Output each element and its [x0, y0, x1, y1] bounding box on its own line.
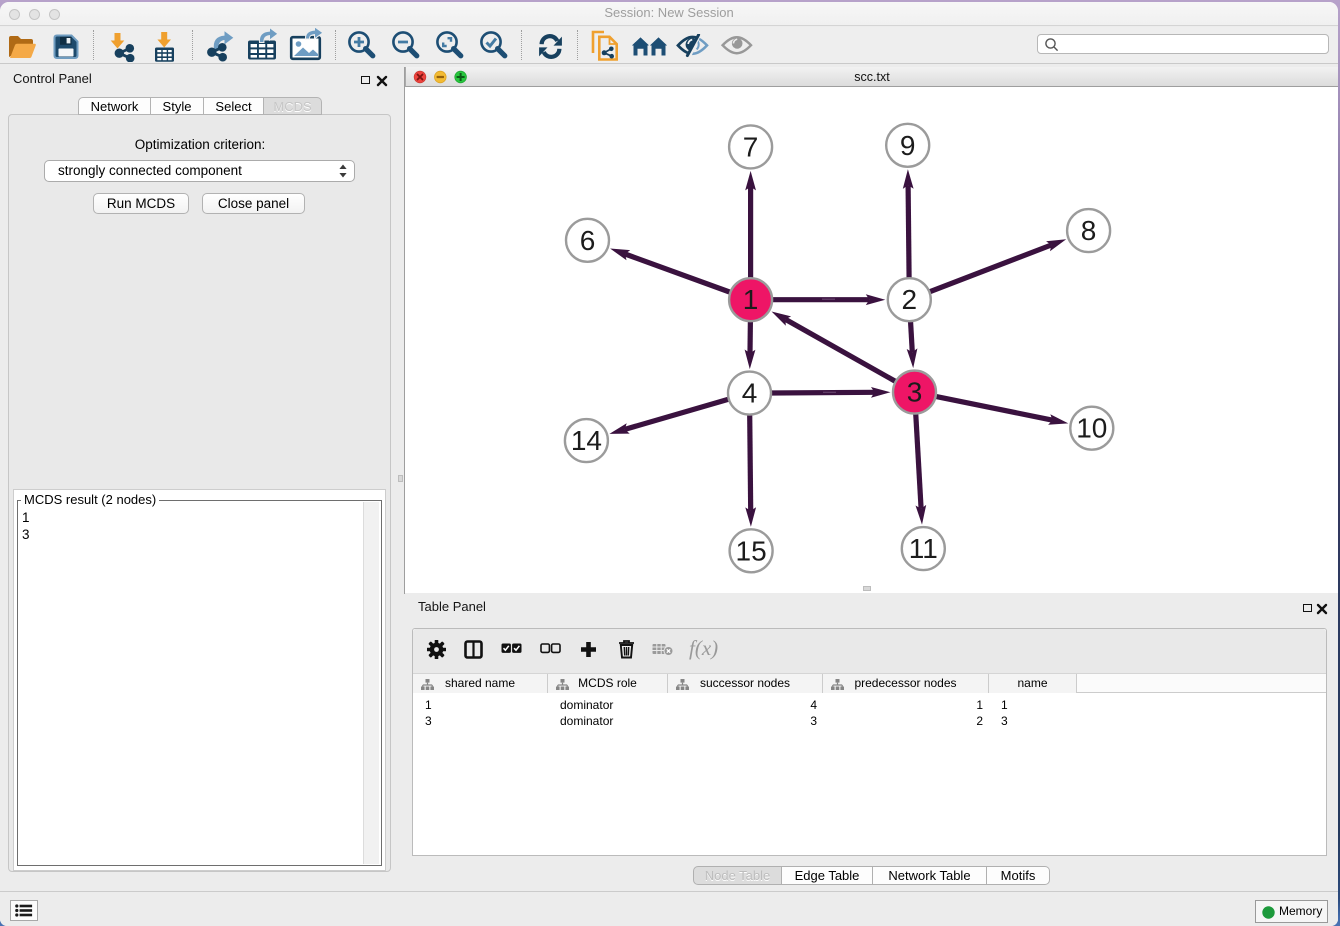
svg-text:7: 7	[743, 131, 759, 162]
svg-text:14: 14	[571, 425, 602, 456]
svg-text:4: 4	[742, 378, 758, 409]
svg-text:8: 8	[1081, 215, 1097, 246]
svg-text:2: 2	[902, 284, 918, 315]
svg-text:9: 9	[900, 130, 916, 161]
svg-text:1: 1	[743, 284, 759, 315]
svg-text:11: 11	[909, 533, 938, 564]
svg-text:6: 6	[580, 225, 596, 256]
svg-text:3: 3	[907, 377, 923, 408]
svg-text:15: 15	[736, 535, 767, 566]
svg-text:10: 10	[1076, 413, 1107, 444]
